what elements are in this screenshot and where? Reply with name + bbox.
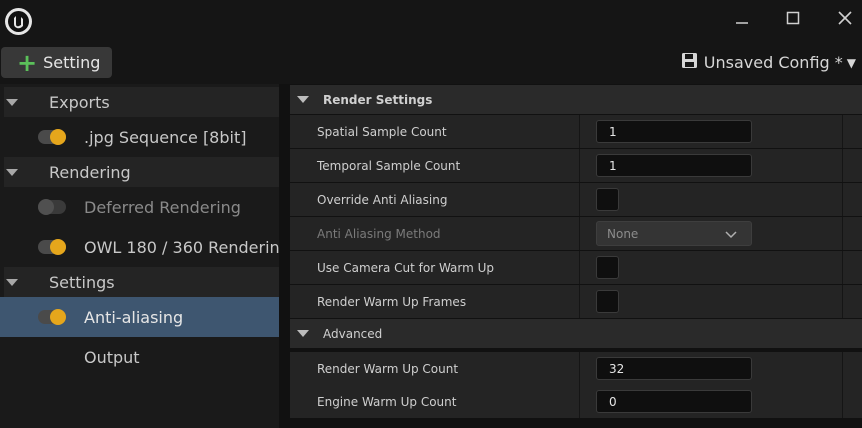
section-advanced[interactable]: Advanced xyxy=(290,319,862,348)
sidebar-item-output[interactable]: Output xyxy=(0,337,279,377)
maximize-icon[interactable] xyxy=(773,4,813,32)
category-label: Settings xyxy=(49,272,115,292)
enable-toggle[interactable] xyxy=(38,129,66,145)
add-setting-label: Setting xyxy=(43,53,101,72)
collapse-arrow-icon xyxy=(6,278,18,286)
property-label: Engine Warm Up Count xyxy=(317,394,457,409)
property-label: Render Warm Up Frames xyxy=(317,294,467,309)
sidebar-item-owl-rendering[interactable]: OWL 180 / 360 Rendering xyxy=(0,227,279,267)
section-title: Advanced xyxy=(323,326,383,341)
sidebar-item-label: Output xyxy=(84,347,140,367)
render-warm-up-frames-checkbox[interactable] xyxy=(596,290,619,313)
enable-toggle[interactable] xyxy=(38,239,66,255)
row-render-warm-up-count: Render Warm Up Count 32 xyxy=(290,352,862,385)
collapse-arrow-icon xyxy=(6,168,18,176)
use-camera-cut-checkbox[interactable] xyxy=(596,256,619,279)
sidebar-item-deferred-rendering[interactable]: Deferred Rendering xyxy=(0,187,279,227)
sidebar-item-anti-aliasing[interactable]: Anti-aliasing xyxy=(0,297,279,337)
add-setting-button[interactable]: + Setting xyxy=(1,47,112,78)
row-temporal-sample-count: Temporal Sample Count 1 xyxy=(290,149,862,182)
row-render-warm-up-frames: Render Warm Up Frames xyxy=(290,285,862,318)
override-anti-aliasing-checkbox[interactable] xyxy=(596,188,619,211)
minimize-icon[interactable] xyxy=(722,4,762,32)
render-warm-up-count-input[interactable]: 32 xyxy=(596,357,752,380)
row-anti-aliasing-method: Anti Aliasing Method None xyxy=(290,217,862,250)
property-label: Use Camera Cut for Warm Up xyxy=(317,260,495,275)
row-use-camera-cut: Use Camera Cut for Warm Up xyxy=(290,251,862,284)
enable-toggle[interactable] xyxy=(38,309,66,325)
category-settings[interactable]: Settings xyxy=(4,267,279,297)
category-label: Exports xyxy=(49,92,110,112)
sidebar-item-label: .jpg Sequence [8bit] xyxy=(84,127,247,147)
dropdown-value: None xyxy=(607,226,639,241)
row-override-anti-aliasing: Override Anti Aliasing xyxy=(290,183,862,216)
section-render-settings[interactable]: Render Settings xyxy=(290,85,862,114)
chevron-down-icon: ▼ xyxy=(846,55,856,70)
save-icon xyxy=(681,52,698,73)
panel-splitter[interactable] xyxy=(279,84,288,428)
collapse-arrow-icon xyxy=(6,98,18,106)
enable-toggle[interactable] xyxy=(38,199,66,215)
title-bar xyxy=(0,0,862,42)
category-exports[interactable]: Exports xyxy=(4,87,279,117)
collapse-arrow-icon xyxy=(297,330,309,337)
plus-icon: + xyxy=(17,48,38,77)
engine-warm-up-count-input[interactable]: 0 xyxy=(596,390,752,413)
row-engine-warm-up-count: Engine Warm Up Count 0 xyxy=(290,385,862,418)
sidebar-item-label: OWL 180 / 360 Rendering xyxy=(84,237,279,257)
collapse-arrow-icon xyxy=(297,96,309,103)
anti-aliasing-method-dropdown[interactable]: None xyxy=(596,221,752,246)
category-label: Rendering xyxy=(49,162,131,182)
chevron-down-icon xyxy=(725,228,737,242)
row-spatial-sample-count: Spatial Sample Count 1 xyxy=(290,115,862,148)
category-rendering[interactable]: Rendering xyxy=(4,157,279,187)
spatial-sample-count-input[interactable]: 1 xyxy=(596,120,752,143)
property-label: Anti Aliasing Method xyxy=(317,226,441,241)
toolbar: + Setting Unsaved Config * ▼ xyxy=(0,42,862,84)
sidebar-item-label: Anti-aliasing xyxy=(84,307,184,327)
property-label: Spatial Sample Count xyxy=(317,124,447,139)
config-label: Unsaved Config * xyxy=(703,53,843,72)
property-label: Override Anti Aliasing xyxy=(317,192,448,207)
temporal-sample-count-input[interactable]: 1 xyxy=(596,154,752,177)
unreal-engine-logo xyxy=(5,8,32,35)
property-label: Render Warm Up Count xyxy=(317,361,459,376)
details-panel: Render Settings Spatial Sample Count 1 T… xyxy=(288,84,862,428)
config-menu[interactable]: Unsaved Config * ▼ xyxy=(681,52,856,73)
close-icon[interactable] xyxy=(825,4,862,32)
property-label: Temporal Sample Count xyxy=(317,158,461,173)
sidebar-item-label: Deferred Rendering xyxy=(84,197,241,217)
section-title: Render Settings xyxy=(323,92,433,107)
settings-sidebar: Exports .jpg Sequence [8bit] Rendering D… xyxy=(0,84,283,428)
sidebar-item-jpg-sequence[interactable]: .jpg Sequence [8bit] xyxy=(0,117,279,157)
